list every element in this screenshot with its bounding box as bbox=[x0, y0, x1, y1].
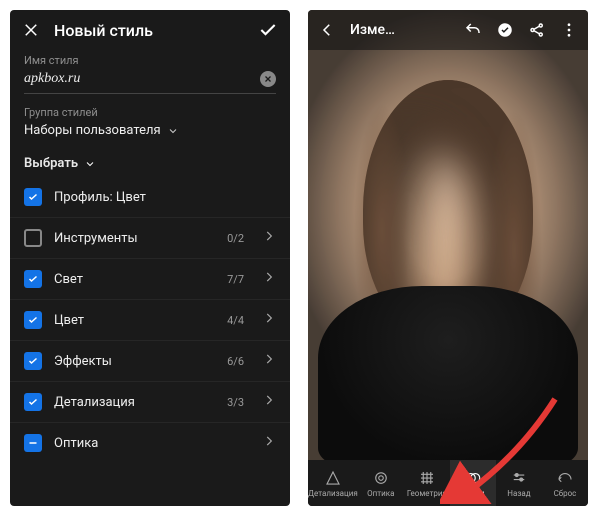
checkbox[interactable] bbox=[24, 434, 42, 452]
style-group-field: Группа стилей Наборы пользователя bbox=[10, 102, 290, 148]
back-icon[interactable] bbox=[318, 21, 336, 39]
editor-panel: Изме… Детализация Оптика Геометрия Стили Наз… bbox=[308, 10, 588, 506]
option-row[interactable]: Детализация 3/3 bbox=[10, 381, 290, 422]
option-label: Свет bbox=[54, 272, 215, 287]
tool-Назад[interactable]: Назад bbox=[496, 460, 542, 506]
option-row[interactable]: Инструменты 0/2 bbox=[10, 217, 290, 258]
option-label: Цвет bbox=[54, 313, 215, 328]
field-label: Группа стилей bbox=[24, 106, 276, 119]
chevron-right-icon bbox=[262, 229, 276, 247]
option-row[interactable]: Цвет 4/4 bbox=[10, 299, 290, 340]
style-group-dropdown[interactable]: Наборы пользователя bbox=[24, 121, 276, 140]
checkbox[interactable] bbox=[24, 188, 42, 206]
chevron-right-icon bbox=[262, 311, 276, 329]
option-count: 4/4 bbox=[227, 314, 244, 327]
option-row[interactable]: Оптика bbox=[10, 422, 290, 463]
checkbox[interactable] bbox=[24, 393, 42, 411]
checkbox[interactable] bbox=[24, 270, 42, 288]
option-label: Эффекты bbox=[54, 354, 215, 369]
close-icon[interactable] bbox=[22, 21, 40, 39]
tool-Сброс[interactable]: Сброс bbox=[542, 460, 588, 506]
option-label: Инструменты bbox=[54, 231, 215, 246]
clear-icon[interactable] bbox=[260, 71, 276, 87]
checkbox[interactable] bbox=[24, 352, 42, 370]
tool-label: Оптика bbox=[367, 489, 394, 498]
accept-icon[interactable] bbox=[496, 21, 514, 39]
editor-title: Изме… bbox=[350, 22, 395, 38]
option-count: 6/6 bbox=[227, 355, 244, 368]
option-count: 0/2 bbox=[227, 232, 244, 245]
tool-label: Сброс bbox=[554, 489, 577, 498]
option-row[interactable]: Свет 7/7 bbox=[10, 258, 290, 299]
panel-title: Новый стиль bbox=[54, 21, 153, 40]
style-name-field: Имя стиля apkbox.ru bbox=[10, 50, 290, 102]
confirm-icon[interactable] bbox=[258, 20, 278, 40]
tool-label: Назад bbox=[507, 489, 530, 498]
chevron-right-icon bbox=[262, 393, 276, 411]
chevron-right-icon bbox=[262, 434, 276, 452]
tool-label: Стили bbox=[461, 489, 484, 498]
option-label: Профиль: Цвет bbox=[54, 190, 276, 205]
field-label: Имя стиля bbox=[24, 54, 276, 67]
tool-label: Геометрия bbox=[407, 489, 447, 498]
option-row[interactable]: Профиль: Цвет bbox=[10, 177, 290, 217]
editor-toolbar: Детализация Оптика Геометрия Стили Назад Сбро… bbox=[308, 460, 588, 506]
chevron-right-icon bbox=[262, 352, 276, 370]
tool-Детализация[interactable]: Детализация bbox=[308, 460, 358, 506]
undo-icon[interactable] bbox=[464, 21, 482, 39]
option-label: Детализация bbox=[54, 395, 215, 410]
style-name-input[interactable]: apkbox.ru bbox=[24, 71, 260, 87]
share-icon[interactable] bbox=[528, 21, 546, 39]
option-row[interactable]: Эффекты 6/6 bbox=[10, 340, 290, 381]
chevron-down-icon bbox=[167, 125, 179, 137]
chevron-down-icon bbox=[84, 158, 96, 170]
tool-label: Детализация bbox=[308, 489, 358, 498]
checkbox[interactable] bbox=[24, 229, 42, 247]
chevron-right-icon bbox=[262, 270, 276, 288]
checkbox[interactable] bbox=[24, 311, 42, 329]
tool-Геометрия[interactable]: Геометрия bbox=[404, 460, 450, 506]
option-count: 3/3 bbox=[227, 396, 244, 409]
tool-Оптика[interactable]: Оптика bbox=[358, 460, 404, 506]
select-all-dropdown[interactable]: Выбрать bbox=[10, 148, 290, 177]
titlebar: Новый стиль bbox=[10, 10, 290, 50]
editor-topbar: Изме… bbox=[308, 10, 588, 50]
options-list: Профиль: Цвет Инструменты 0/2 Свет 7/7 Цвет 4/… bbox=[10, 177, 290, 506]
more-icon[interactable] bbox=[560, 21, 578, 39]
new-style-panel: Новый стиль Имя стиля apkbox.ru Группа с… bbox=[10, 10, 290, 506]
tool-Стили[interactable]: Стили bbox=[450, 460, 496, 506]
option-label: Оптика bbox=[54, 436, 250, 451]
option-count: 7/7 bbox=[227, 273, 244, 286]
